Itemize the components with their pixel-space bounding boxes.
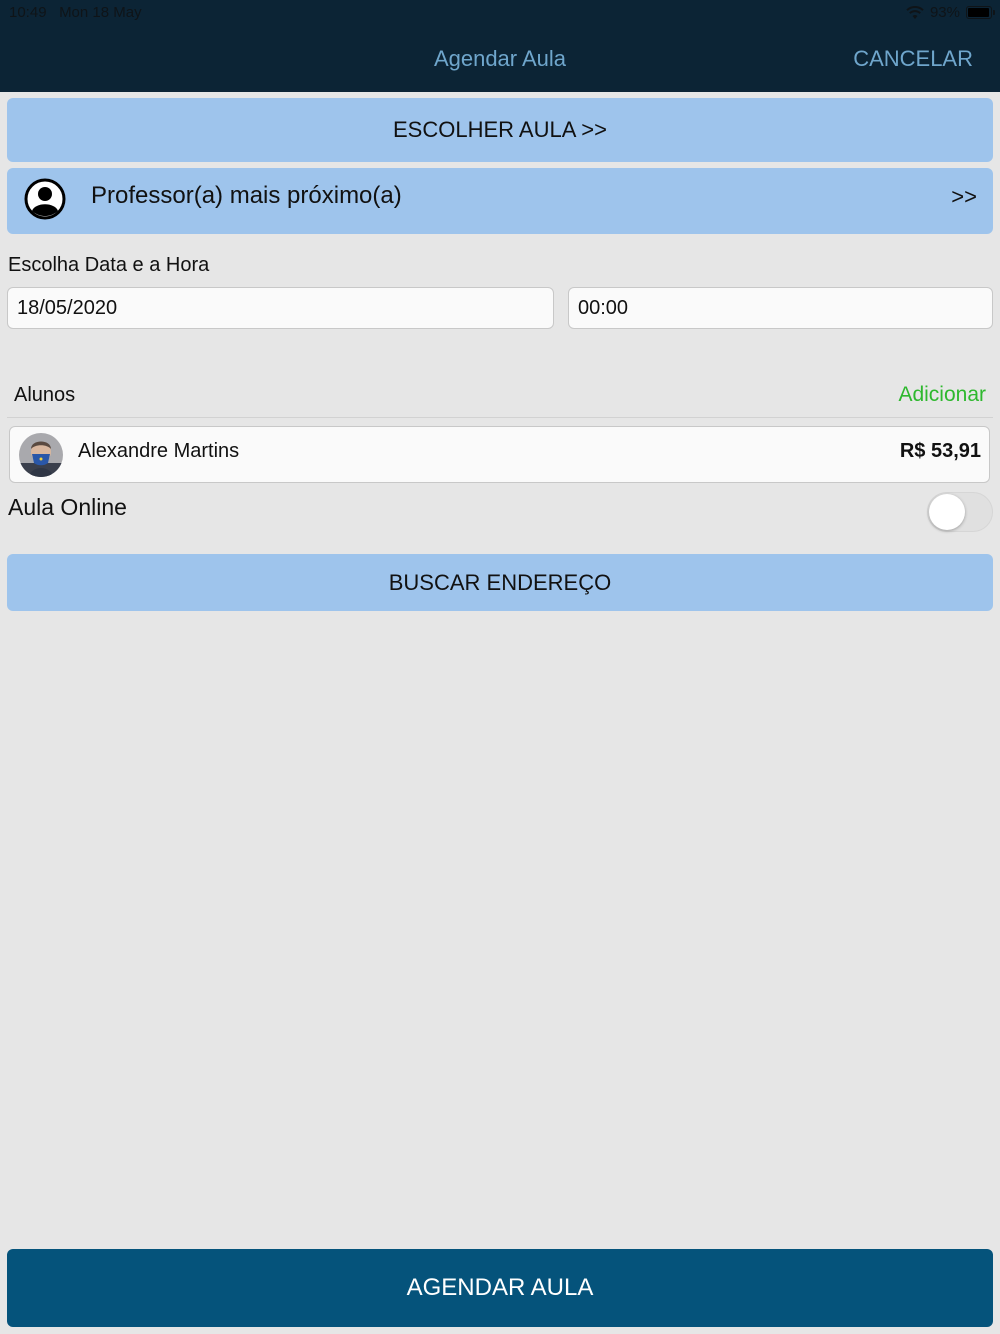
status-bar: 10:49 Mon 18 May 93% — [0, 0, 1000, 26]
schedule-class-button[interactable]: AGENDAR AULA — [7, 1249, 993, 1327]
wifi-icon — [906, 5, 924, 19]
nearest-teacher-button[interactable]: Professor(a) mais próximo(a) >> — [7, 168, 993, 234]
page-title: Agendar Aula — [433, 46, 567, 71]
chevron-right-icon: >> — [951, 184, 977, 209]
students-label: Alunos — [14, 384, 76, 406]
student-price: R$ 53,91 — [899, 440, 981, 462]
divider — [7, 417, 993, 418]
date-field[interactable]: 18/05/2020 — [7, 287, 554, 329]
list-item[interactable]: Alexandre Martins R$ 53,91 — [9, 426, 990, 483]
online-class-toggle[interactable] — [927, 492, 993, 532]
status-time-date: 10:49 Mon 18 May — [9, 4, 142, 21]
battery-icon — [966, 6, 995, 19]
status-time: 10:49 — [9, 4, 47, 21]
choose-class-button[interactable]: ESCOLHER AULA >> — [7, 98, 993, 162]
status-date: Mon 18 May — [59, 4, 142, 21]
avatar — [19, 433, 63, 477]
person-circle-icon — [24, 178, 66, 220]
online-class-label: Aula Online — [8, 494, 127, 520]
time-field[interactable]: 00:00 — [568, 287, 993, 329]
status-indicators: 93% — [906, 4, 995, 21]
cancel-button[interactable]: CANCELAR — [853, 46, 973, 72]
student-name: Alexandre Martins — [78, 440, 240, 462]
add-student-button[interactable]: Adicionar — [898, 383, 986, 407]
search-address-button[interactable]: BUSCAR ENDEREÇO — [7, 554, 993, 611]
date-time-label: Escolha Data e a Hora — [8, 254, 210, 276]
battery-percent: 93% — [929, 4, 960, 21]
toggle-knob — [929, 494, 965, 530]
top-app-bar: 10:49 Mon 18 May 93% Agendar Aula CANCEL… — [0, 0, 1000, 92]
nearest-teacher-label: Professor(a) mais próximo(a) — [91, 182, 402, 209]
